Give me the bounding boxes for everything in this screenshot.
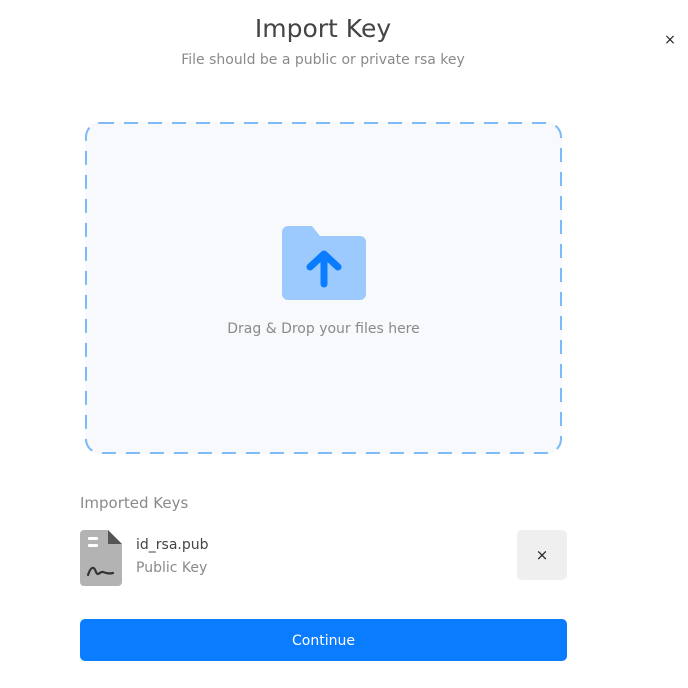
remove-icon: × [535, 546, 549, 564]
key-file-icon [80, 530, 122, 586]
remove-file-button[interactable]: × [517, 530, 567, 580]
dropzone-text: Drag & Drop your files here [227, 321, 420, 337]
folder-upload-icon [282, 226, 366, 300]
dialog-subtitle: File should be a public or private rsa k… [181, 52, 465, 68]
file-type: Public Key [136, 560, 208, 576]
dialog-title: Import Key [254, 14, 392, 43]
imported-keys-label: Imported Keys [80, 494, 189, 512]
close-icon[interactable]: × [661, 30, 679, 50]
file-name: id_rsa.pub [136, 537, 209, 553]
continue-button[interactable]: Continue [80, 619, 567, 661]
